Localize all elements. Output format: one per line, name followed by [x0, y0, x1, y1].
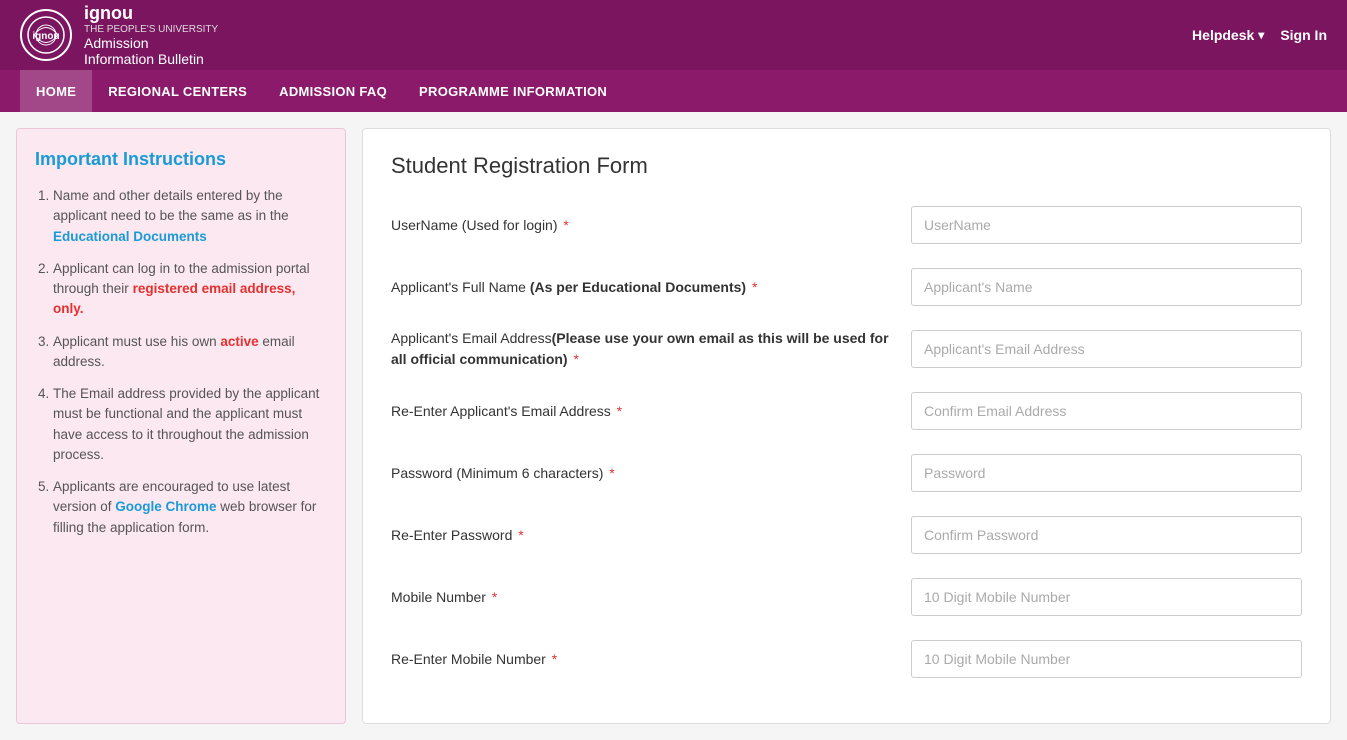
confirm-mobile-label: Re-Enter Mobile Number *	[391, 649, 911, 670]
applicant-email-input-wrapper	[911, 330, 1302, 368]
navbar: HOME REGIONAL CENTERS ADMISSION FAQ PROG…	[0, 70, 1347, 112]
nav-regional-centers[interactable]: REGIONAL CENTERS	[92, 70, 263, 112]
password-label: Password (Minimum 6 characters) *	[391, 463, 911, 484]
header-title: ignou THE PEOPLE'S UNIVERSITY Admission …	[84, 3, 218, 67]
password-row: Password (Minimum 6 characters) *	[391, 451, 1302, 495]
active-link[interactable]: active	[220, 334, 258, 349]
instruction-4: The Email address provided by the applic…	[53, 384, 327, 465]
confirm-email-label: Re-Enter Applicant's Email Address *	[391, 401, 911, 422]
google-chrome-link[interactable]: Google Chrome	[115, 499, 216, 514]
applicant-name-input[interactable]	[911, 268, 1302, 306]
password-input[interactable]	[911, 454, 1302, 492]
confirm-mobile-input-wrapper	[911, 640, 1302, 678]
username-label: UserName (Used for login) *	[391, 215, 911, 236]
university-tagline: THE PEOPLE'S UNIVERSITY	[84, 24, 218, 35]
instruction-1: Name and other details entered by the ap…	[53, 186, 327, 247]
instruction-3: Applicant must use his own active email …	[53, 332, 327, 373]
applicant-email-input[interactable]	[911, 330, 1302, 368]
sidebar: Important Instructions Name and other de…	[16, 128, 346, 724]
mobile-input-wrapper	[911, 578, 1302, 616]
university-name: ignou	[84, 3, 218, 24]
confirm-email-input[interactable]	[911, 392, 1302, 430]
header-right: Helpdesk Sign In	[1192, 27, 1327, 43]
applicant-name-label: Applicant's Full Name (As per Educationa…	[391, 277, 911, 298]
educational-docs-link[interactable]: Educational Documents	[53, 229, 207, 244]
username-row: UserName (Used for login) *	[391, 203, 1302, 247]
mobile-label: Mobile Number *	[391, 587, 911, 608]
applicant-email-label: Applicant's Email Address(Please use you…	[391, 328, 911, 370]
confirm-mobile-row: Re-Enter Mobile Number *	[391, 637, 1302, 681]
confirm-password-label: Re-Enter Password *	[391, 525, 911, 546]
username-required: *	[563, 217, 568, 233]
username-input-wrapper	[911, 206, 1302, 244]
confirm-password-row: Re-Enter Password *	[391, 513, 1302, 557]
username-input[interactable]	[911, 206, 1302, 244]
password-input-wrapper	[911, 454, 1302, 492]
form-area: Student Registration Form UserName (Used…	[362, 128, 1331, 724]
admission-title: Admission Information Bulletin	[84, 35, 218, 67]
applicant-email-row: Applicant's Email Address(Please use you…	[391, 327, 1302, 371]
helpdesk-button[interactable]: Helpdesk	[1192, 27, 1264, 43]
mobile-input[interactable]	[911, 578, 1302, 616]
confirm-email-input-wrapper	[911, 392, 1302, 430]
confirm-password-input-wrapper	[911, 516, 1302, 554]
nav-admission-faq[interactable]: ADMISSION FAQ	[263, 70, 403, 112]
nav-home[interactable]: HOME	[20, 70, 92, 112]
applicant-name-row: Applicant's Full Name (As per Educationa…	[391, 265, 1302, 309]
instructions-list: Name and other details entered by the ap…	[35, 186, 327, 538]
header: ignou ignou THE PEOPLE'S UNIVERSITY Admi…	[0, 0, 1347, 70]
form-title: Student Registration Form	[391, 153, 1302, 179]
confirm-password-input[interactable]	[911, 516, 1302, 554]
instruction-2: Applicant can log in to the admission po…	[53, 259, 327, 320]
instruction-5: Applicants are encouraged to use latest …	[53, 477, 327, 538]
signin-button[interactable]: Sign In	[1280, 27, 1327, 43]
nav-programme-information[interactable]: PROGRAMME INFORMATION	[403, 70, 623, 112]
logo-area: ignou ignou THE PEOPLE'S UNIVERSITY Admi…	[20, 3, 218, 67]
registered-email-link[interactable]: registered email address, only.	[53, 281, 295, 316]
sidebar-title: Important Instructions	[35, 149, 327, 170]
applicant-name-input-wrapper	[911, 268, 1302, 306]
confirm-mobile-input[interactable]	[911, 640, 1302, 678]
ignou-logo: ignou	[20, 9, 72, 61]
mobile-row: Mobile Number *	[391, 575, 1302, 619]
main-content: Important Instructions Name and other de…	[0, 112, 1347, 740]
confirm-email-row: Re-Enter Applicant's Email Address *	[391, 389, 1302, 433]
